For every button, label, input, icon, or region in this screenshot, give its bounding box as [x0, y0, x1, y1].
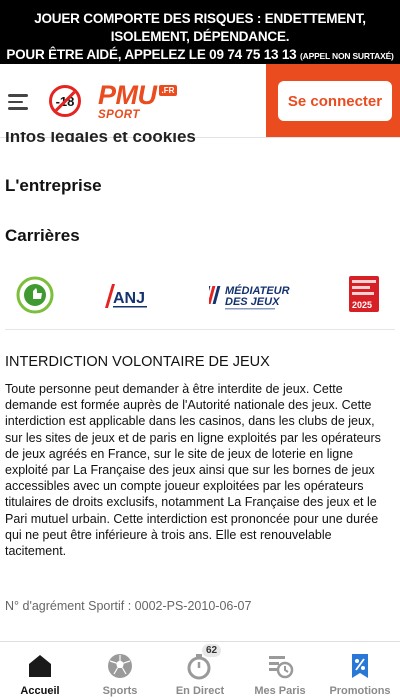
banner-line-1: JOUER COMPORTE DES RISQUES : ENDETTEMENT… [34, 11, 366, 44]
nav-accueil[interactable]: Accueil [0, 642, 80, 700]
logo-brand: PMU [98, 80, 157, 110]
connect-zone: Se connecter [266, 64, 400, 137]
anj-logo[interactable]: ANJ [103, 282, 149, 315]
mediateur-des-jeux-logo[interactable]: MÉDIATEUR DES JEUX [202, 280, 299, 317]
banner-line-2: POUR ÊTRE AIDÉ, APPELEZ LE 09 74 75 13 1… [0, 46, 400, 65]
interdiction-title: INTERDICTION VOLONTAIRE DE JEUX [5, 354, 270, 370]
live-count-badge: 62 [202, 644, 222, 657]
gambling-risk-banner: JOUER COMPORTE DES RISQUES : ENDETTEMENT… [0, 0, 400, 64]
pmu-sport-logo[interactable]: PMU .FR SPORT [98, 80, 178, 121]
bet-slip-history-icon [269, 656, 294, 679]
age-limit-text: -18 [55, 93, 75, 109]
responsible-gaming-logo[interactable] [16, 276, 54, 314]
home-icon [29, 655, 51, 677]
mediateur-line-2: DES JEUX [225, 296, 280, 308]
banner-helpline-note: (APPEL NON SURTAXÉ) [300, 51, 394, 61]
footer-link-carrieres[interactable]: Carrières [5, 226, 80, 246]
anj-text: ANJ [113, 290, 145, 307]
nav-label-en-direct: En Direct [175, 685, 225, 697]
promo-percent-icon [352, 654, 368, 678]
footer-link-entreprise[interactable]: L'entreprise [5, 176, 102, 196]
logo-domain: .FR [158, 85, 178, 96]
app-header: -18 PMU .FR SPORT Se connecter [0, 64, 400, 138]
elu-year-text: 2025 [352, 300, 372, 310]
nav-label-accueil: Accueil [20, 685, 60, 697]
agrement-number: N° d'agrément Sportif : 0002-PS-2010-06-… [5, 599, 252, 613]
nav-sports[interactable]: Sports [80, 642, 160, 700]
bottom-navigation: Accueil Sports 62 En Direct Mes Paris Pr… [0, 641, 400, 700]
nav-mes-paris[interactable]: Mes Paris [240, 642, 320, 700]
interdiction-text: Toute personne peut demander à être inte… [5, 382, 381, 559]
nav-en-direct[interactable]: 62 En Direct [160, 642, 240, 700]
age-restriction-icon: -18 [49, 85, 81, 117]
login-button[interactable]: Se connecter [278, 81, 392, 121]
nav-label-promotions: Promotions [329, 685, 391, 697]
nav-label-mes-paris: Mes Paris [254, 685, 306, 697]
logo-sub: SPORT [98, 109, 140, 121]
partner-logos: ANJ MÉDIATEUR DES JEUX 2025 [0, 276, 400, 336]
soccer-ball-icon [108, 654, 132, 678]
elu-service-client-logo[interactable]: 2025 [349, 276, 379, 312]
nav-promotions[interactable]: Promotions [320, 642, 400, 700]
nav-label-sports: Sports [102, 685, 138, 697]
section-divider [5, 329, 395, 330]
footer-link-legal[interactable]: Infos légales et cookies [5, 132, 196, 142]
menu-icon[interactable] [8, 94, 28, 110]
banner-helpline: POUR ÊTRE AIDÉ, APPELEZ LE 09 74 75 13 1… [6, 47, 301, 62]
